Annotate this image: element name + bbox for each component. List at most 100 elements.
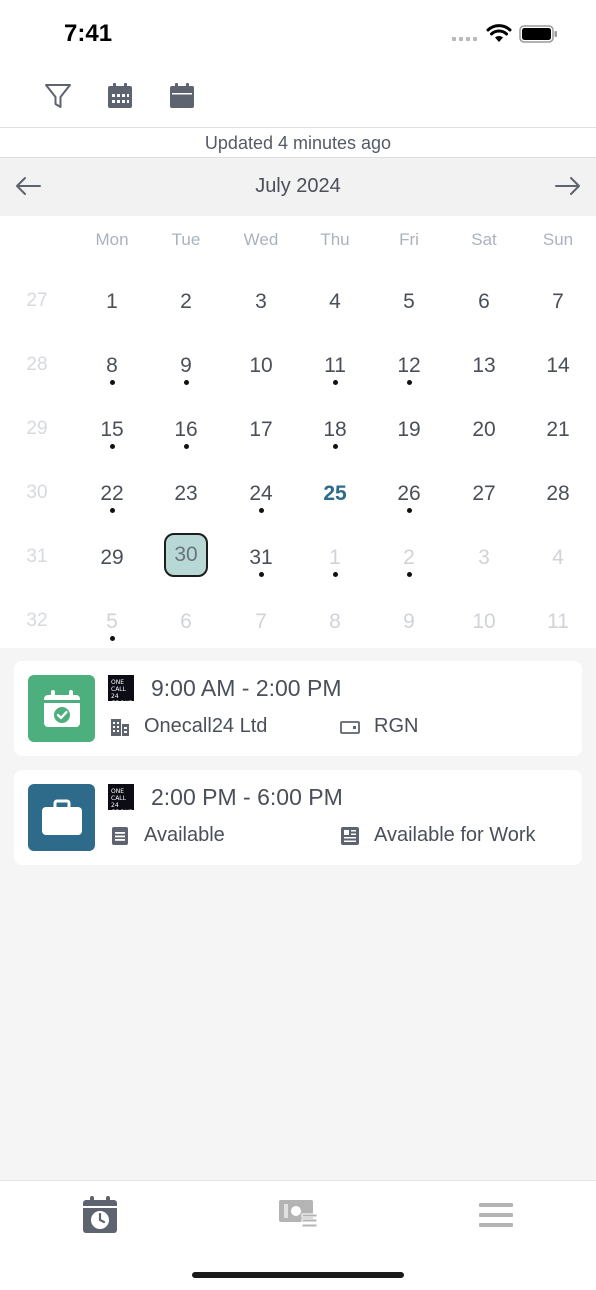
event-role: RGN: [340, 715, 418, 738]
event-indicator-dot: [184, 444, 189, 449]
calendar-day[interactable]: 4: [528, 533, 588, 591]
calendar-day[interactable]: 6: [454, 277, 514, 335]
week-number: 27: [7, 277, 67, 335]
day-number: 7: [255, 610, 267, 633]
money-icon: [279, 1200, 318, 1228]
calendar-day[interactable]: 5: [379, 277, 439, 335]
calendar-day[interactable]: 8: [82, 341, 142, 399]
event-location: Onecall24 Ltd: [110, 715, 267, 738]
weekday-header: Wed: [243, 230, 279, 249]
calendar-day[interactable]: 3: [231, 277, 291, 335]
next-month-arrow-icon[interactable]: [554, 174, 582, 198]
weekday-header: Sat: [471, 230, 497, 249]
day-view-button[interactable]: [166, 80, 198, 112]
day-number: 2: [180, 290, 192, 313]
calendar-day[interactable]: 12: [379, 341, 439, 399]
bottom-tab-bar: [0, 1180, 596, 1290]
calendar-day[interactable]: 1: [82, 277, 142, 335]
calendar-day[interactable]: 1: [305, 533, 365, 591]
calendar-day[interactable]: 4: [305, 277, 365, 335]
event-indicator-dot: [407, 508, 412, 513]
calendar-day[interactable]: 2: [379, 533, 439, 591]
event-card[interactable]: ONE CALL 24 GROUP 2:00 PM - 6:00 PM Avai…: [14, 770, 582, 865]
week-number-label: 28: [26, 354, 48, 375]
calendar-day[interactable]: 19: [379, 405, 439, 463]
filter-button[interactable]: [42, 80, 74, 112]
calendar-day[interactable]: 16: [156, 405, 216, 463]
event-indicator-dot: [110, 444, 115, 449]
calendar-day[interactable]: 7: [231, 597, 291, 655]
weekday-header: Fri: [399, 230, 419, 249]
tag-icon: [340, 720, 360, 734]
briefcase-icon: [41, 799, 82, 835]
day-number: 9: [403, 610, 415, 633]
day-number: 25: [323, 482, 347, 505]
tab-schedule[interactable]: [80, 1195, 120, 1235]
month-navigation: July 2024: [0, 158, 596, 216]
calendar-day[interactable]: 28: [528, 469, 588, 527]
event-indicator-dot: [184, 380, 189, 385]
day-number: 10: [249, 354, 273, 377]
weekday-header: Tue: [171, 230, 201, 249]
calendar-day[interactable]: 24: [231, 469, 291, 527]
calendar-clock-icon: [83, 1196, 117, 1233]
calendar-day[interactable]: 27: [454, 469, 514, 527]
calendar-day[interactable]: 22: [82, 469, 142, 527]
calendar-day[interactable]: 3: [454, 533, 514, 591]
calendar-day[interactable]: 11: [305, 341, 365, 399]
week-number: 29: [7, 405, 67, 463]
event-card[interactable]: ONE CALL 24 GROUP 9:00 AM - 2:00 PM Onec…: [14, 661, 582, 756]
calendar-day[interactable]: 26: [379, 469, 439, 527]
week-number: 28: [7, 341, 67, 399]
weekday-header: Thu: [320, 230, 350, 249]
event-company: Onecall24 Ltd: [144, 715, 268, 737]
updated-status-text: Updated 4 minutes ago: [0, 128, 596, 158]
calendar-day[interactable]: 14: [528, 341, 588, 399]
day-number: 21: [546, 418, 570, 441]
calendar-day[interactable]: 5: [82, 597, 142, 655]
document-icon: [112, 826, 128, 845]
calendar-day[interactable]: 15: [82, 405, 142, 463]
event-indicator-dot: [110, 636, 115, 641]
calendar-day[interactable]: 23: [156, 469, 216, 527]
calendar-day[interactable]: 10: [231, 341, 291, 399]
company-logo-text: ONE CALL 24 GROUP: [111, 788, 133, 816]
day-number: 11: [324, 354, 346, 377]
day-number: 3: [478, 546, 490, 569]
company-logo: ONE CALL 24 GROUP: [108, 784, 134, 816]
day-number: 4: [552, 546, 564, 569]
tab-menu[interactable]: [476, 1195, 516, 1235]
calendar-day[interactable]: 13: [454, 341, 514, 399]
calendar-day[interactable]: 17: [231, 405, 291, 463]
month-view-button[interactable]: [104, 80, 136, 112]
calendar-day-today[interactable]: 25: [305, 469, 365, 527]
day-number: 18: [323, 418, 347, 441]
calendar-day[interactable]: 18: [305, 405, 365, 463]
event-time: 9:00 AM - 2:00 PM: [151, 675, 342, 701]
day-number: 11: [547, 610, 569, 633]
calendar-day[interactable]: 20: [454, 405, 514, 463]
day-number: 19: [397, 418, 421, 441]
calendar-day[interactable]: 6: [156, 597, 216, 655]
day-number: 4: [329, 290, 341, 313]
status-bar: 7:41: [0, 0, 596, 62]
calendar-day[interactable]: 11: [528, 597, 588, 655]
calendar-day[interactable]: 2: [156, 277, 216, 335]
calendar-day[interactable]: 9: [379, 597, 439, 655]
weekday-header: Sun: [542, 230, 574, 249]
day-number: 8: [329, 610, 341, 633]
day-number: 16: [174, 418, 198, 441]
calendar-check-icon: [43, 689, 80, 727]
calendar-day[interactable]: 31: [231, 533, 291, 591]
calendar-day-selected[interactable]: 30: [156, 533, 216, 591]
tab-payments[interactable]: [278, 1195, 318, 1235]
calendar-day[interactable]: 8: [305, 597, 365, 655]
day-number: 30: [174, 543, 198, 566]
calendar-day[interactable]: 10: [454, 597, 514, 655]
calendar-day[interactable]: 9: [156, 341, 216, 399]
calendar-day[interactable]: 7: [528, 277, 588, 335]
week-number: 30: [7, 469, 67, 527]
calendar-day[interactable]: 29: [82, 533, 142, 591]
calendar-day[interactable]: 21: [528, 405, 588, 463]
event-indicator-dot: [259, 508, 264, 513]
